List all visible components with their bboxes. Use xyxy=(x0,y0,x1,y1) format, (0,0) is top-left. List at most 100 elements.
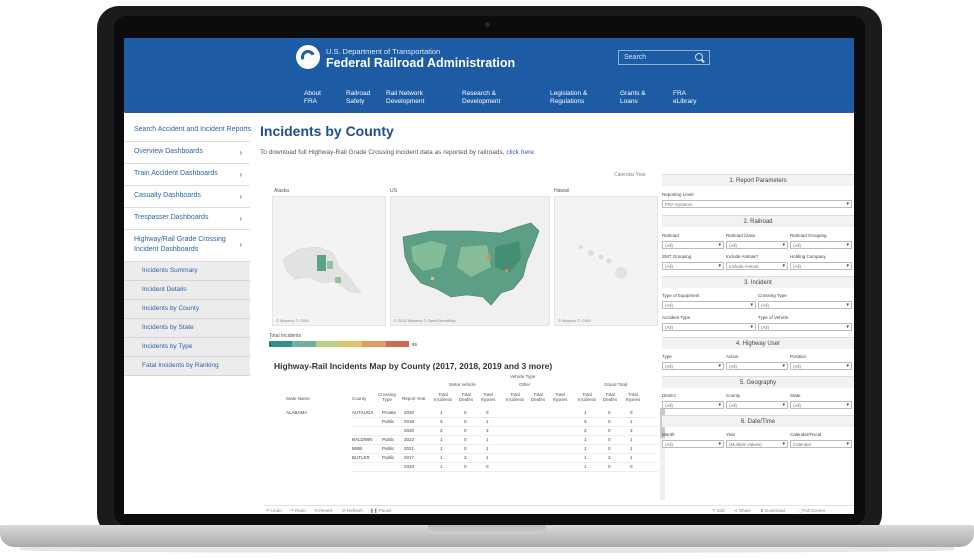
sidebar-subitem-details[interactable]: Incident Details xyxy=(124,281,250,300)
sidebar-item-search-reports[interactable]: Search Accident and Incident Reports xyxy=(124,120,251,142)
nav-railroad-safety[interactable]: Railroad Safety xyxy=(346,90,370,106)
us-county-map xyxy=(402,222,540,306)
dot-logo-icon[interactable] xyxy=(296,45,320,69)
map-alaska[interactable]: © Mapbox © OSM xyxy=(272,196,386,326)
user-type-select[interactable]: (All) xyxy=(662,362,724,370)
nav-rail-network[interactable]: Rail Network Development xyxy=(386,90,424,106)
sidebar-item-trespasser[interactable]: Trespasser Dashboards › xyxy=(124,208,250,230)
table-row-divider xyxy=(352,471,658,472)
table-cell: 1 xyxy=(630,437,633,442)
camera-icon xyxy=(485,22,490,27)
holding-company-select[interactable]: (All) xyxy=(790,262,852,270)
year-select[interactable]: (Multiple values) xyxy=(726,440,788,448)
filter-label: Crossing Type xyxy=(758,293,787,298)
sidebar-subitem-county[interactable]: Incidents by County xyxy=(124,300,250,319)
download-button[interactable]: ⬇ Download xyxy=(760,508,785,514)
sidebar-item-overview[interactable]: Overview Dashboards › xyxy=(124,142,250,164)
table-cell: 2020 xyxy=(404,410,415,415)
county-select[interactable]: (All) xyxy=(726,401,788,409)
month-select[interactable]: (All) xyxy=(662,440,724,448)
action-select[interactable]: (All) xyxy=(726,362,788,370)
nav-research[interactable]: Research & Development xyxy=(462,90,500,106)
table-header: Total Incidents xyxy=(434,392,453,402)
chevron-right-icon: › xyxy=(239,240,242,249)
table-cell: 2 xyxy=(464,455,467,460)
revert-button[interactable]: ⟲ Revert xyxy=(314,508,332,514)
state-select[interactable]: (All) xyxy=(790,401,852,409)
org-name[interactable]: Federal Railroad Administration xyxy=(326,56,515,70)
railroad-grouping-select[interactable]: (All) xyxy=(790,241,852,249)
sidebar-item-train-accident[interactable]: Train Accident Dashboards › xyxy=(124,164,250,186)
smt-grouping-select[interactable]: (All) xyxy=(662,262,724,270)
district-select[interactable]: (All) xyxy=(662,401,724,409)
table-cell: 2 xyxy=(584,428,587,433)
sidebar-item-label: Trespasser Dashboards xyxy=(134,214,209,221)
sidebar-subitem-state[interactable]: Incidents by State xyxy=(124,319,250,338)
laptop-notch xyxy=(428,525,546,534)
table-cell: 2022 xyxy=(404,437,415,442)
table-title: Highway-Rail Incidents Map by County (20… xyxy=(274,361,553,371)
include-amtrak-select[interactable]: Include Amtrak xyxy=(726,262,788,270)
reporting-level-select[interactable]: FRA Systems xyxy=(662,200,852,208)
refresh-button[interactable]: ⟳ Refresh xyxy=(342,508,363,514)
alaska-map-shape xyxy=(282,246,362,294)
download-link[interactable]: click here. xyxy=(506,149,535,156)
legend-title: Total Incidents xyxy=(269,333,301,339)
nav-grants[interactable]: Grants & Loans xyxy=(620,90,646,106)
equipment-type-select[interactable]: (All) xyxy=(662,301,756,309)
sidebar-subitem-fatal-ranking[interactable]: Fatal Incidents by Ranking xyxy=(124,357,250,376)
table-cell: 2 xyxy=(440,428,443,433)
chevron-right-icon: › xyxy=(239,170,242,179)
sidebar-subitem-summary[interactable]: Incidents Summary xyxy=(124,262,250,281)
table-cell: 0 xyxy=(608,464,611,469)
legend-swatch xyxy=(292,341,316,347)
map-label-hawaii: Hawaii xyxy=(554,188,570,194)
table-group-motor: Motor vehicle xyxy=(449,382,476,387)
search-icon[interactable] xyxy=(695,53,703,61)
accident-type-select[interactable]: (All) xyxy=(662,323,756,331)
sidebar-subitem-type[interactable]: Incidents by Type xyxy=(124,338,250,357)
table-cell: 2021 xyxy=(404,446,415,451)
table-cell: 0 xyxy=(608,437,611,442)
vehicle-type-select[interactable]: (All) xyxy=(758,323,852,331)
search-input[interactable]: Search xyxy=(618,50,710,65)
chevron-right-icon: › xyxy=(239,148,242,157)
legend-color-scale xyxy=(269,341,409,347)
calendar-fiscal-select[interactable]: Calendar xyxy=(790,440,852,448)
map-hawaii[interactable]: © Mapbox © OSM xyxy=(554,196,658,326)
filter-label: Calendar/Fiscal xyxy=(790,432,822,437)
sidebar-item-casualty[interactable]: Casualty Dashboards › xyxy=(124,186,250,208)
table-cell: 2020 xyxy=(404,464,415,469)
sidebar-item-label: Casualty Dashboards xyxy=(134,192,201,199)
position-select[interactable]: (All) xyxy=(790,362,852,370)
redo-button[interactable]: ↷ Redo xyxy=(290,508,306,514)
table-cell: 1 xyxy=(584,446,587,451)
table-cell: 0 xyxy=(608,419,611,424)
railroad-class-select[interactable]: (All) xyxy=(726,241,788,249)
pause-button[interactable]: ❚❚ Pause xyxy=(370,508,392,514)
railroad-select[interactable]: (All) xyxy=(662,241,724,249)
table-cell: Public xyxy=(382,455,395,460)
undo-button[interactable]: ↶ Undo xyxy=(266,508,282,514)
download-label: Download xyxy=(765,508,786,513)
table-row-divider xyxy=(352,417,658,418)
us-county-hotspot xyxy=(431,277,434,280)
nav-about[interactable]: About FRA xyxy=(304,90,321,106)
table-header: Total Deaths xyxy=(530,392,546,402)
map-us[interactable]: © 2022 Mapbox © OpenStreetMap xyxy=(390,196,550,326)
table-cell: BALDWIN xyxy=(352,437,373,442)
table-cell: 0 xyxy=(464,446,467,451)
edit-button[interactable]: ✎ Edit xyxy=(712,508,725,514)
chevron-right-icon: › xyxy=(239,214,242,223)
table-cell: 1 xyxy=(486,419,489,424)
table-cell: 0 xyxy=(608,410,611,415)
share-button[interactable]: ⋖ Share xyxy=(734,508,751,514)
nav-legislation[interactable]: Legislation & Regulations xyxy=(550,90,587,106)
nav-elibrary[interactable]: FRA eLibrary xyxy=(673,90,696,106)
map-attribution: © 2022 Mapbox © OpenStreetMap xyxy=(394,318,456,323)
fullscreen-button[interactable]: ⛶ Full Screen xyxy=(798,508,825,513)
crossing-type-select[interactable]: (All) xyxy=(758,301,852,309)
filter-section-date-time: 6. Date/Time xyxy=(662,415,854,427)
sidebar-item-grade-crossing[interactable]: Highway/Rail Grade Crossing Incident Das… xyxy=(124,230,250,262)
legend-swatch xyxy=(385,341,409,347)
